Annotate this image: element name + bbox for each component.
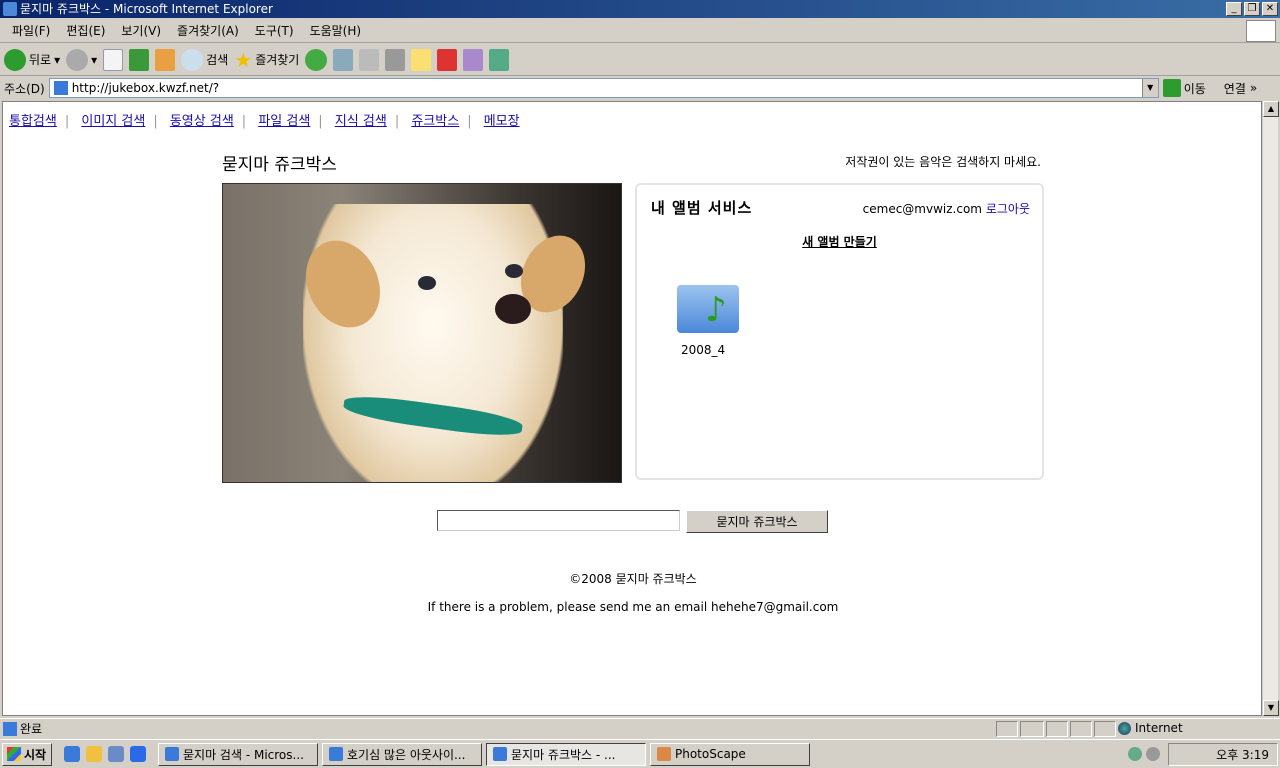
minimize-button[interactable]: _ xyxy=(1226,2,1242,16)
toolbar: 뒤로 ▾ ▾ 검색 ★ 즐겨찾기 xyxy=(0,44,1280,76)
note-icon[interactable] xyxy=(411,48,432,71)
address-input[interactable]: http://jukebox.kwzf.net/? ▼ xyxy=(48,78,1159,98)
ie-icon xyxy=(3,2,17,16)
page-title: 묻지마 쥬크박스 xyxy=(222,155,337,175)
address-label: 주소(D) xyxy=(4,81,45,96)
window-title: 묻지마 쥬크박스 - Microsoft Internet Explorer xyxy=(20,2,273,16)
menu-help[interactable]: 도움말(H) xyxy=(302,22,370,39)
web-page: 통합검색 | 이미지 검색 | 동영상 검색 | 파일 검색 | 지식 검색 | 쥬크박스… xyxy=(2,101,1262,716)
close-button[interactable]: ✕ xyxy=(1262,2,1278,16)
ie-icon[interactable] xyxy=(64,746,80,762)
go-arrow-icon xyxy=(1162,79,1181,97)
menu-edit[interactable]: 편집(E) xyxy=(58,22,113,39)
back-arrow-icon xyxy=(4,48,26,71)
restore-button[interactable]: ❐ xyxy=(1244,2,1260,16)
status-text: 완료 xyxy=(20,722,43,736)
nav-file-search[interactable]: 파일 검색 xyxy=(258,114,310,129)
ie-icon xyxy=(165,747,179,761)
search-button[interactable]: 묻지마 쥬크박스 xyxy=(686,510,828,533)
globe-icon xyxy=(1118,721,1131,735)
nav-jukebox[interactable]: 쥬크박스 xyxy=(411,114,459,129)
nav-video-search[interactable]: 동영상 검색 xyxy=(170,114,234,129)
search-input[interactable] xyxy=(437,510,680,531)
album-folder-label[interactable]: 2008_4 xyxy=(681,343,725,357)
task-search[interactable]: 묻지마 검색 - Micros... xyxy=(158,742,318,766)
search-icon xyxy=(181,48,204,71)
start-button[interactable]: 시작 xyxy=(2,742,52,766)
tray-icon[interactable] xyxy=(1128,747,1142,761)
menu-file[interactable]: 파일(F) xyxy=(4,22,58,39)
search-button[interactable]: 검색 xyxy=(181,48,228,71)
title-bar: 묻지마 쥬크박스 - Microsoft Internet Explorer _… xyxy=(0,0,1280,18)
task-outsider[interactable]: 호기심 많은 아웃사이... xyxy=(322,742,482,766)
refresh-icon[interactable] xyxy=(129,48,150,71)
photoscape-icon xyxy=(657,747,671,761)
vertical-scrollbar[interactable]: ▲ ▼ xyxy=(1262,101,1279,716)
forward-button[interactable]: ▾ xyxy=(66,48,97,71)
menu-favorites[interactable]: 즐겨찾기(A) xyxy=(169,22,247,39)
scroll-down-button[interactable]: ▼ xyxy=(1263,700,1279,716)
task-photoscape[interactable]: PhotoScape xyxy=(650,742,810,766)
album-panel: 내 앨범 서비스 cemec@mvwiz.com 로그아웃 새 앨범 만들기 ♪… xyxy=(635,183,1044,480)
status-bar: 완료 Internet xyxy=(0,718,1280,738)
system-tray: 오후 3:19 xyxy=(1168,743,1278,766)
logout-link[interactable]: 로그아웃 xyxy=(986,202,1030,216)
back-button[interactable]: 뒤로 ▾ xyxy=(4,48,60,71)
menu-tools[interactable]: 도구(T) xyxy=(247,22,302,39)
mail-icon[interactable] xyxy=(333,48,354,71)
edit-icon[interactable] xyxy=(385,48,406,71)
address-dropdown[interactable]: ▼ xyxy=(1141,79,1158,97)
messenger-icon[interactable] xyxy=(489,48,510,71)
go-button[interactable]: 이동 xyxy=(1162,79,1206,97)
clock[interactable]: 오후 3:19 xyxy=(1216,746,1269,763)
nav-image-search[interactable]: 이미지 검색 xyxy=(81,114,145,129)
copyright-notice: 저작권이 있는 음악은 검색하지 마세요. xyxy=(845,155,1041,169)
ie-icon xyxy=(329,747,343,761)
puppy-photo xyxy=(222,183,622,483)
ime-icon[interactable] xyxy=(1146,747,1160,761)
user-email: cemec@mvwiz.com xyxy=(862,202,982,216)
windows-logo xyxy=(1246,20,1276,42)
page-icon xyxy=(53,81,68,95)
print-icon[interactable] xyxy=(359,48,380,71)
windows-flag-icon xyxy=(7,747,21,761)
folder-icon[interactable] xyxy=(86,746,102,762)
menu-bar: 파일(F) 편집(E) 보기(V) 즐겨찾기(A) 도구(T) 도움말(H) xyxy=(0,19,1280,43)
forward-arrow-icon xyxy=(66,48,89,71)
media-icon[interactable] xyxy=(108,746,124,762)
new-album-link[interactable]: 새 앨범 만들기 xyxy=(637,233,1042,250)
taskbar: 시작 묻지마 검색 - Micros... 호기심 많은 아웃사이... 묻지마… xyxy=(0,739,1280,768)
ie-icon xyxy=(493,747,507,761)
nav-unified-search[interactable]: 통합검색 xyxy=(9,114,57,129)
ie-icon[interactable] xyxy=(130,746,146,762)
contact-text: If there is a problem, please send me an… xyxy=(427,600,839,614)
music-folder-icon[interactable]: ♪ xyxy=(677,285,739,333)
favorites-button[interactable]: ★ 즐겨찾기 xyxy=(234,48,299,72)
task-jukebox[interactable]: 묻지마 쥬크박스 - ... xyxy=(486,742,646,766)
page-icon xyxy=(3,722,17,736)
menu-view[interactable]: 보기(V) xyxy=(113,22,169,39)
nav-memo[interactable]: 메모장 xyxy=(484,114,520,129)
album-heading: 내 앨범 서비스 xyxy=(651,199,753,217)
chevron-right-icon[interactable]: » xyxy=(1250,81,1257,95)
research-icon[interactable] xyxy=(463,48,484,71)
history-icon[interactable] xyxy=(305,48,328,71)
copyright: ©2008 묻지마 쥬크박스 xyxy=(569,572,697,586)
links-button[interactable]: 연결 xyxy=(1224,80,1246,97)
scroll-up-button[interactable]: ▲ xyxy=(1263,101,1279,117)
star-icon: ★ xyxy=(234,47,253,72)
nav-knowledge-search[interactable]: 지식 검색 xyxy=(335,114,387,129)
top-nav: 통합검색 | 이미지 검색 | 동영상 검색 | 파일 검색 | 지식 검색 | 쥬크박스… xyxy=(9,114,520,129)
mobile-icon[interactable] xyxy=(437,48,458,71)
home-icon[interactable] xyxy=(155,48,176,71)
address-bar: 주소(D) http://jukebox.kwzf.net/? ▼ 이동 연결 » xyxy=(0,77,1280,99)
search-form: 묻지마 쥬크박스 xyxy=(437,510,828,533)
stop-icon[interactable] xyxy=(103,48,124,71)
security-zone: Internet xyxy=(1135,721,1183,735)
